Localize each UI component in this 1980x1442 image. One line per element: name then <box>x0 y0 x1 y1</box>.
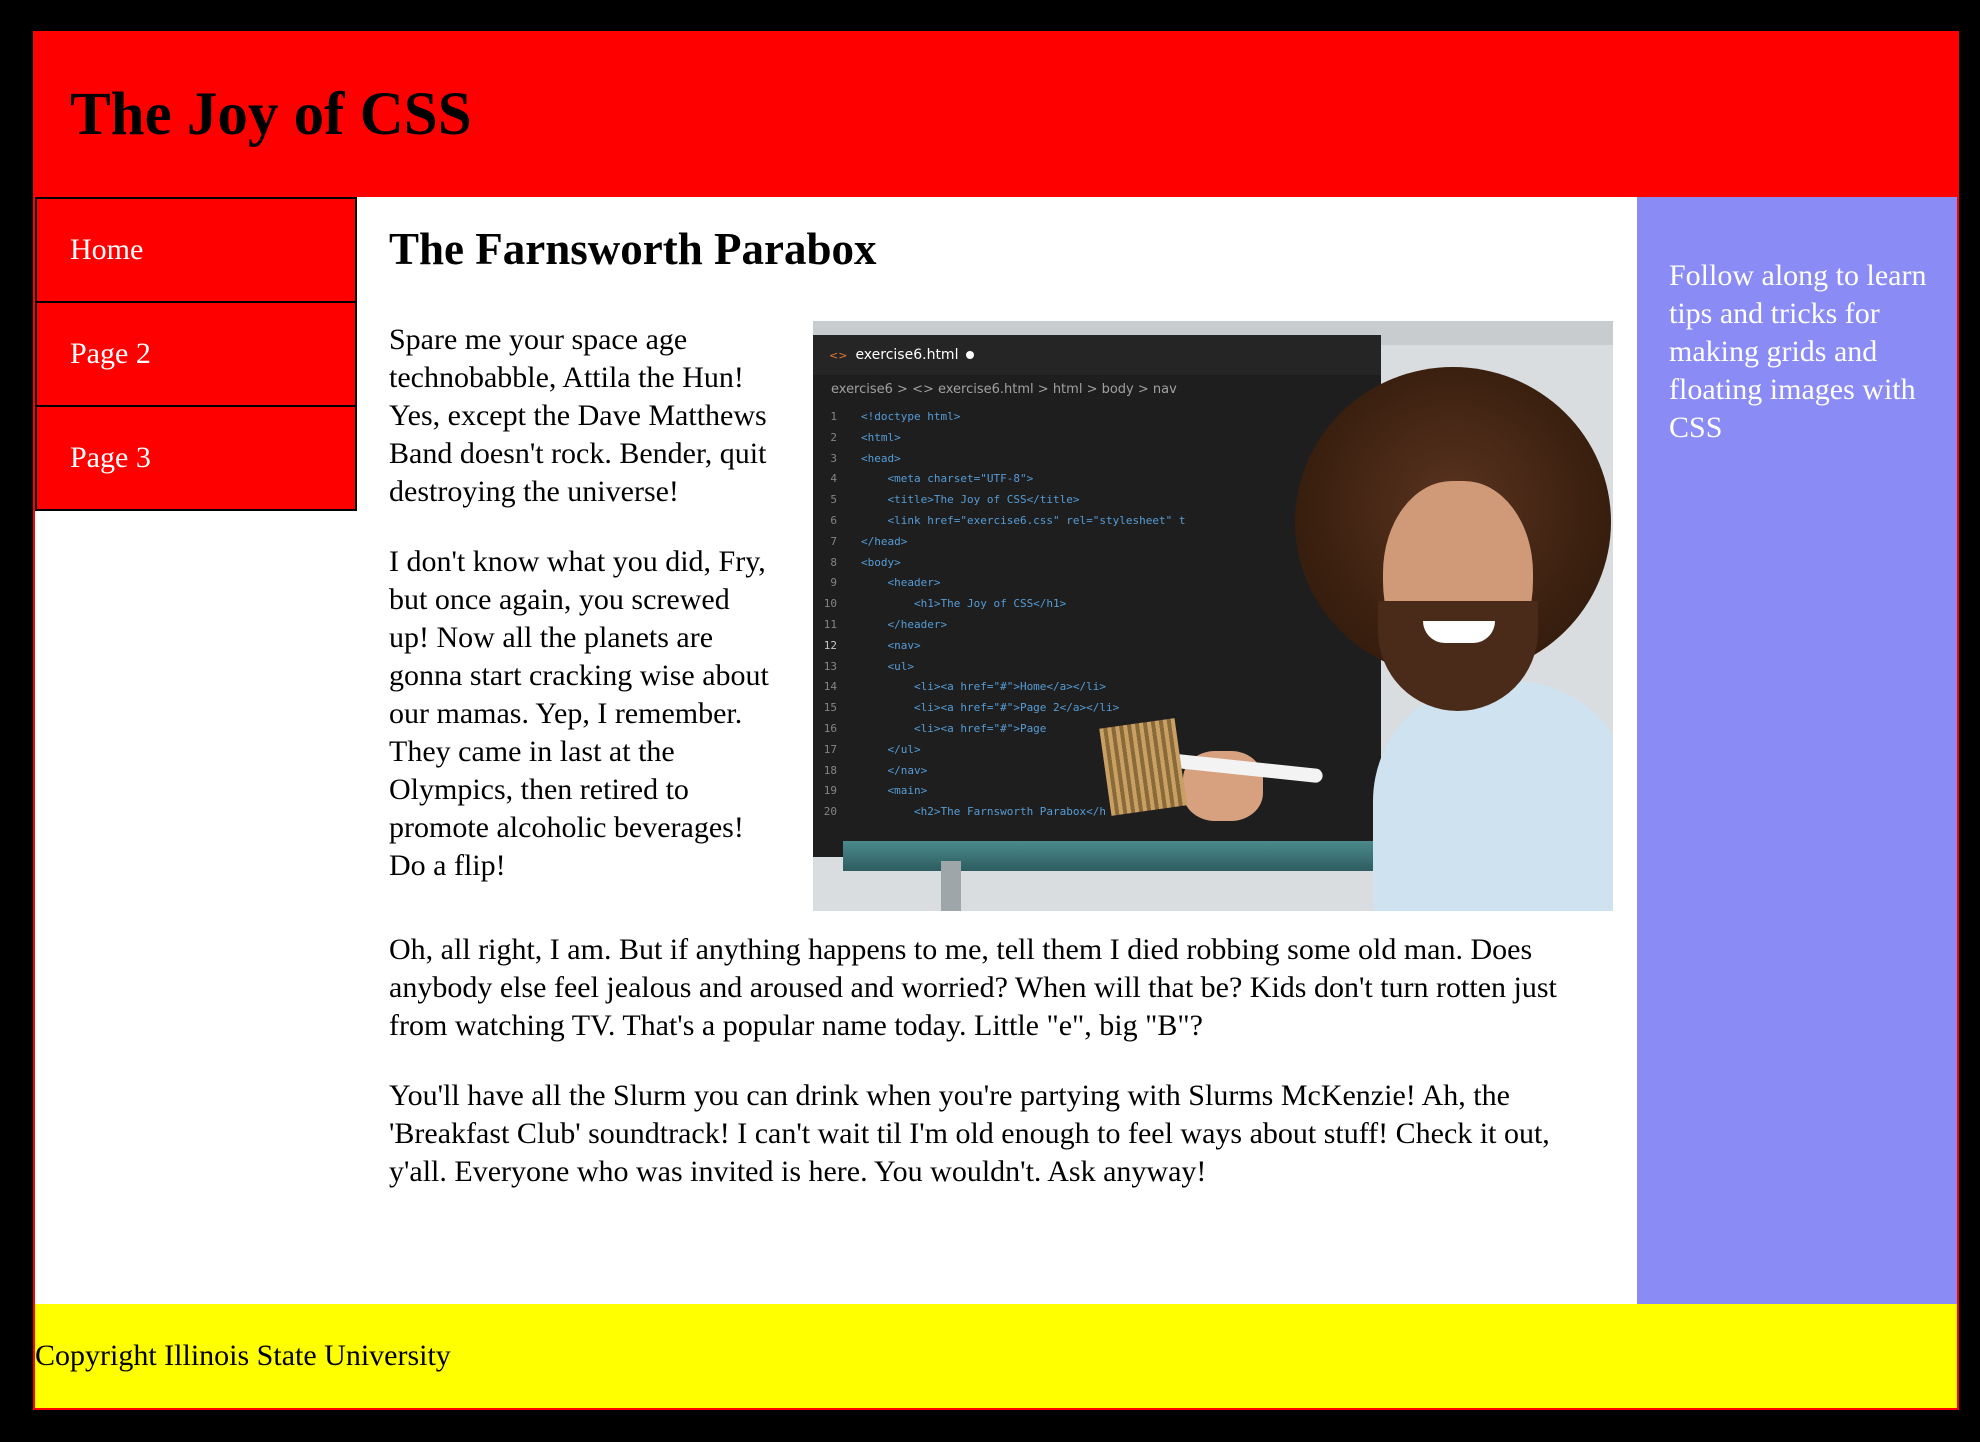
painter-shirt <box>1373 681 1613 911</box>
paragraph-3: Oh, all right, I am. But if anything hap… <box>389 933 1557 1042</box>
line-number: 12 <box>823 638 837 652</box>
line-number: 18 <box>823 763 837 777</box>
nav-item-page-3[interactable]: Page 3 <box>35 405 357 511</box>
code-line: 1 <!doctype html> <box>813 407 1381 428</box>
code-text: <h2>The Farnsworth Parabox</h <box>861 805 1107 819</box>
editor-breadcrumb: exercise6 > <> exercise6.html > html > b… <box>831 381 1177 397</box>
code-text: <li><a href="#">Page 2</a></li> <box>861 701 1120 715</box>
code-line: 4 <meta charset="UTF-8"> <box>813 469 1381 490</box>
code-line: 8 <body> <box>813 553 1381 574</box>
paintbrush-icon <box>1099 718 1187 816</box>
page: The Joy of CSS Home Page 2 Page 3 The Fa… <box>33 31 1959 1410</box>
code-text: <h1>The Joy of CSS</h1> <box>861 597 1067 611</box>
line-number: 17 <box>823 742 837 756</box>
code-line: 19 <main> <box>813 781 1381 802</box>
editor-tab: <> exercise6.html <box>813 335 1381 375</box>
code-listing: 1 <!doctype html> 2 <html> 3 <head> 4 <meta ch… <box>813 403 1381 823</box>
code-text: <main> <box>861 784 928 798</box>
code-line: 9 <header> <box>813 573 1381 594</box>
site-title: The Joy of CSS <box>70 81 472 148</box>
article-heading: The Farnsworth Parabox <box>389 224 877 274</box>
code-line: 13 <ul> <box>813 657 1381 678</box>
code-text: <li><a href="#">Home</a></li> <box>861 680 1107 694</box>
code-text: <html> <box>861 430 901 444</box>
code-text: </nav> <box>861 763 928 777</box>
line-number: 5 <box>830 493 837 507</box>
line-number: 1 <box>830 410 837 423</box>
floated-image: <> exercise6.html exercise6 > <> exercis… <box>813 321 1613 911</box>
code-line: 16 <li><a href="#">Page <box>813 719 1381 740</box>
code-text: <ul> <box>861 659 914 673</box>
code-line: 11 </header> <box>813 615 1381 636</box>
code-text: </ul> <box>861 742 921 756</box>
line-number: 6 <box>830 513 837 527</box>
code-line: 10 <h1>The Joy of CSS</h1> <box>813 594 1381 615</box>
code-text: </head> <box>861 534 908 548</box>
line-number: 9 <box>830 576 837 590</box>
nav-list: Home Page 2 Page 3 <box>35 197 357 511</box>
code-line: 2 <html> <box>813 428 1381 449</box>
unsaved-dot-icon <box>966 351 975 359</box>
code-line: 20 <h2>The Farnsworth Parabox</h <box>813 802 1381 823</box>
code-text: <link href="exercise6.css" rel="styleshe… <box>861 513 1186 527</box>
sidebar-aside: Follow along to learn tips and tricks fo… <box>1637 197 1957 1304</box>
code-line: 17 </ul> <box>813 740 1381 761</box>
code-text: <meta charset="UTF-8"> <box>861 472 1034 486</box>
easel-ledge <box>843 841 1403 871</box>
aside-text: Follow along to learn tips and tricks fo… <box>1669 259 1927 444</box>
code-text: <li><a href="#">Page <box>861 721 1047 735</box>
nav-link-page-3[interactable]: Page 3 <box>70 441 151 475</box>
copyright-text: Copyright Illinois State University <box>35 1339 451 1372</box>
main-nav: Home Page 2 Page 3 <box>35 197 357 1304</box>
line-number: 10 <box>823 597 837 611</box>
line-number: 13 <box>823 659 837 673</box>
nav-item-page-2[interactable]: Page 2 <box>35 301 357 407</box>
line-number: 14 <box>823 680 837 694</box>
line-number: 2 <box>830 430 837 444</box>
nav-link-home[interactable]: Home <box>70 233 143 267</box>
editor-tab-label: exercise6.html <box>855 347 959 363</box>
code-text: <header> <box>861 576 941 590</box>
site-header: The Joy of CSS <box>35 33 1957 197</box>
nav-item-home[interactable]: Home <box>35 197 357 303</box>
html-file-icon: <> <box>829 348 848 362</box>
paragraph-4: You'll have all the Slurm you can drink … <box>389 1079 1550 1188</box>
code-text: <!doctype html> <box>861 410 961 423</box>
code-text: <body> <box>861 555 901 569</box>
line-number: 7 <box>830 534 837 548</box>
line-number: 3 <box>830 451 837 465</box>
line-number: 15 <box>823 701 837 715</box>
painter-smile <box>1423 621 1495 643</box>
code-text: </header> <box>861 617 948 631</box>
line-number: 19 <box>823 784 837 798</box>
easel-post <box>941 861 961 911</box>
nav-link-page-2[interactable]: Page 2 <box>70 337 151 371</box>
code-line: 3 <head> <box>813 449 1381 470</box>
code-line: 12 <nav> <box>813 636 1381 657</box>
line-number: 8 <box>830 555 837 569</box>
code-text: <nav> <box>861 638 921 652</box>
site-footer: Copyright Illinois State University <box>35 1304 1957 1408</box>
code-text: <title>The Joy of CSS</title> <box>861 493 1080 507</box>
line-number: 11 <box>823 617 837 631</box>
code-line: 14 <li><a href="#">Home</a></li> <box>813 677 1381 698</box>
code-line: 15 <li><a href="#">Page 2</a></li> <box>813 698 1381 719</box>
line-number: 16 <box>823 721 837 735</box>
code-text: <head> <box>861 451 901 465</box>
main-content: The Farnsworth Parabox <> exercise6.html… <box>357 197 1637 1304</box>
line-number: 4 <box>830 472 837 486</box>
line-number: 20 <box>823 805 837 819</box>
